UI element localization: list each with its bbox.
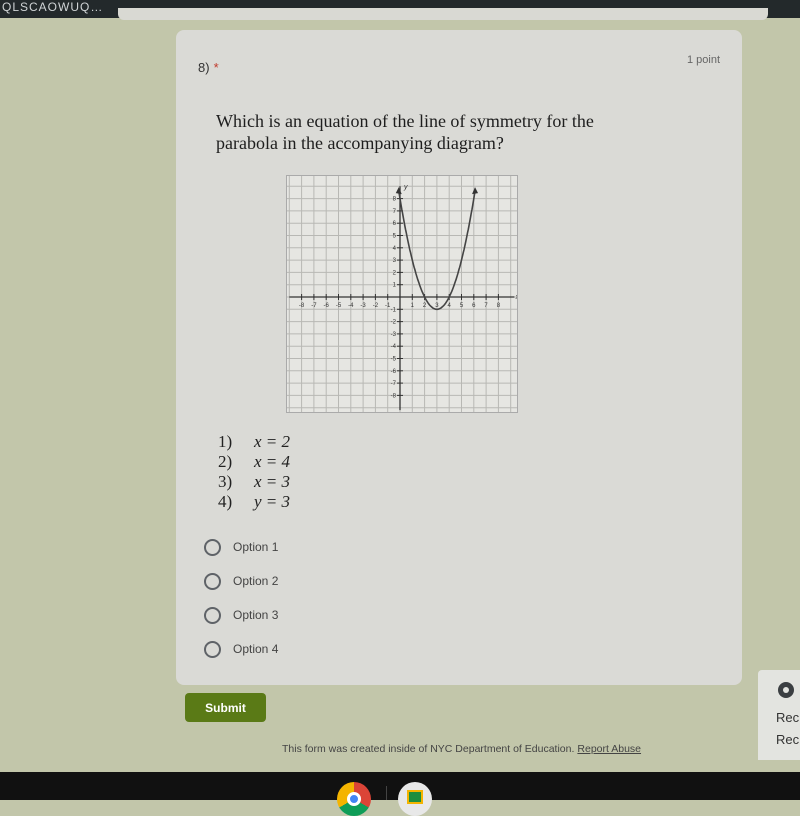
- x-tick-label: 8: [497, 303, 501, 309]
- radio-button[interactable]: [204, 640, 221, 658]
- x-tick-label: -6: [324, 303, 330, 309]
- y-tick-label: 2: [393, 270, 397, 276]
- chrome-notification-popup[interactable]: Rec Rec: [758, 670, 800, 760]
- radio-button[interactable]: [204, 572, 221, 590]
- y-tick-label: 5: [393, 234, 397, 240]
- x-tick-label: 6: [472, 303, 476, 309]
- y-tick-label: -5: [391, 357, 397, 363]
- x-tick-label: 1: [411, 303, 415, 309]
- required-marker: *: [213, 60, 219, 75]
- footer-text: This form was created inside of NYC Depa…: [282, 743, 575, 755]
- x-tick-label: -4: [348, 303, 354, 309]
- choice-number: 4): [218, 492, 233, 511]
- option-label: Option 1: [233, 540, 279, 554]
- x-tick-label: 3: [435, 303, 439, 309]
- coordinate-grid: -8 -7 -6 -5 -4 -3 -2 -1 1 2 3 4 5 6 7 887654321-1-2-3-4…: [287, 176, 517, 412]
- submit-button[interactable]: Submit: [185, 693, 266, 722]
- option-label: Option 4: [233, 642, 279, 656]
- y-tick-label: -4: [391, 344, 397, 350]
- choice-number: 2): [218, 452, 233, 471]
- previous-question-card: [118, 8, 768, 20]
- parabola-arrow-right: [472, 187, 479, 195]
- radio-option-3[interactable]: Option 3: [204, 598, 278, 632]
- x-tick-label: 4: [448, 303, 452, 309]
- chrome-icon: [778, 682, 794, 698]
- choice-item: 2) x = 4: [218, 452, 290, 472]
- choice-number: 1): [218, 432, 233, 451]
- choice-item: 4) y = 3: [218, 492, 290, 512]
- choice-equation: y = 3: [254, 492, 291, 511]
- choice-equation: x = 3: [254, 472, 291, 491]
- y-tick-label: 8: [393, 197, 397, 203]
- choice-number: 3): [218, 472, 233, 491]
- x-tick-label: -8: [299, 303, 305, 309]
- x-tick-label: 7: [484, 303, 488, 309]
- form-footer: This form was created inside of NYC Depa…: [282, 743, 641, 755]
- y-tick-label: 4: [393, 246, 397, 252]
- y-tick-label: 7: [393, 209, 397, 215]
- x-tick-label: 5: [460, 303, 464, 309]
- y-tick-label: 1: [393, 283, 397, 289]
- question-text: Which is an equation of the line of symm…: [216, 111, 594, 153]
- choice-item: 3) x = 3: [218, 472, 290, 492]
- answer-choices-list: 1) x = 2 2) x = 4 3) x = 3 4) y = 3: [218, 432, 290, 512]
- y-tick-label: -8: [391, 393, 397, 399]
- radio-button[interactable]: [204, 606, 221, 624]
- question-card: 8) * 1 point Which is an equation of the …: [176, 30, 742, 685]
- option-label: Option 3: [233, 608, 279, 622]
- radio-option-4[interactable]: Option 4: [204, 632, 278, 666]
- popup-text-line: Rec: [776, 732, 800, 747]
- choice-equation: x = 2: [254, 432, 291, 451]
- y-axis-label: y: [403, 184, 408, 191]
- parabola-diagram: -8 -7 -6 -5 -4 -3 -2 -1 1 2 3 4 5 6 7 8 8 7 6 5 4 3 2 1 -1 -2 -3 -4…: [286, 175, 518, 413]
- radio-group: Option 1 Option 2 Option 3 Option 4: [204, 530, 278, 666]
- taskbar-divider: [386, 786, 387, 800]
- taskbar: [0, 772, 800, 816]
- y-tick-label: -7: [391, 381, 397, 387]
- url-text: QLSCAOWUQ…: [2, 0, 104, 14]
- y-tick-label: 6: [393, 221, 397, 227]
- choice-equation: x = 4: [254, 452, 291, 471]
- radio-button[interactable]: [204, 538, 221, 556]
- parabola-arrow-left: [395, 187, 402, 195]
- chrome-icon[interactable]: [337, 782, 371, 816]
- report-abuse-link[interactable]: Report Abuse: [577, 743, 641, 755]
- option-label: Option 2: [233, 574, 279, 588]
- x-tick-label: 2: [423, 303, 427, 309]
- question-number: 8) *: [198, 60, 219, 75]
- y-tick-label: -1: [391, 307, 397, 313]
- radio-option-1[interactable]: Option 1: [204, 530, 278, 564]
- x-tick-label: -3: [360, 303, 366, 309]
- y-tick-label: -3: [391, 332, 397, 338]
- y-tick-label: -2: [391, 320, 397, 326]
- y-tick-label: 3: [393, 258, 397, 264]
- points-label: 1 point: [686, 54, 720, 66]
- y-tick-label: -6: [391, 369, 397, 375]
- question-number-text: 8): [198, 60, 210, 75]
- google-classroom-icon[interactable]: [398, 782, 432, 816]
- popup-text-line: Rec: [776, 710, 800, 725]
- x-tick-label: -2: [373, 303, 379, 309]
- x-tick-label: -7: [311, 303, 317, 309]
- radio-option-2[interactable]: Option 2: [204, 564, 278, 598]
- choice-item: 1) x = 2: [218, 432, 290, 452]
- x-axis-label: x: [515, 294, 517, 301]
- x-tick-label: -5: [336, 303, 342, 309]
